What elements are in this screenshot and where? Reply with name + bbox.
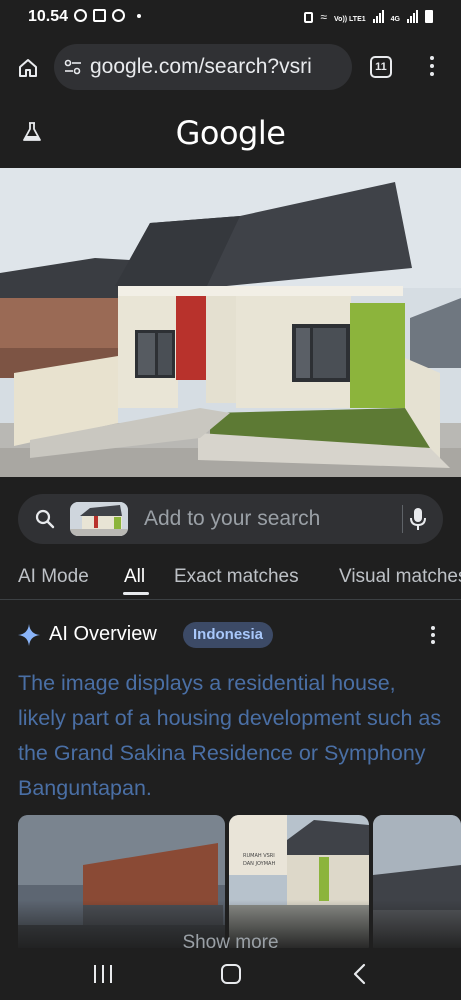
nav-home-icon[interactable] [221,964,241,984]
ai-overview-title: AI Overview [49,623,157,645]
sparkle-icon [18,624,40,646]
signal-1-icon [372,10,384,23]
browser-toolbar: google.com/search?vsri 11 [0,36,461,100]
more-notifications-icon [137,13,141,18]
query-image[interactable] [0,168,461,477]
android-nav-bar [0,948,461,1000]
tab-visual-matches[interactable]: Visual matches [339,566,461,588]
battery-icon [425,10,433,23]
whatsapp-icon [74,9,87,22]
more-vert-icon[interactable] [426,54,438,80]
mic-icon[interactable] [410,507,426,531]
lock-icon [304,12,314,23]
system-icons: ≈ Vo)) LTE1 4G [304,10,433,23]
tile-caption-2: DAN JOYMAH [243,861,275,867]
tile-caption-1: RUMAH VSRI [243,853,275,859]
filter-tabs: AI Mode All Exact matches Visual matches [0,556,461,600]
facebook-icon [112,9,125,22]
tune-icon[interactable] [64,59,82,75]
google-header: Google [0,100,461,168]
search-input[interactable]: Add to your search [144,507,320,531]
back-icon[interactable] [352,963,368,985]
volte-label: Vo)) LTE1 [334,16,366,23]
address-bar[interactable]: google.com/search?vsri [54,44,352,90]
notification-icons [74,9,141,22]
signal-2-icon [407,10,418,23]
home-icon[interactable] [16,56,40,80]
url-text[interactable]: google.com/search?vsri [90,55,346,79]
search-box[interactable]: Add to your search [18,494,443,544]
tab-switcher-button[interactable]: 11 [370,56,392,78]
tab-all[interactable]: All [124,566,145,588]
ai-overview-menu-icon[interactable] [429,626,437,646]
ai-overview-header: AI Overview Indonesia [0,614,461,654]
wifi-icon: ≈ [320,10,328,24]
ai-overview-text: The image displays a residential house, … [18,671,442,800]
search-icon[interactable] [34,508,56,530]
status-time: 10.54 [28,8,69,25]
recents-icon[interactable] [94,965,112,983]
active-tab-indicator [123,592,149,595]
tab-exact-matches[interactable]: Exact matches [174,566,299,588]
query-image-thumbnail[interactable] [70,502,128,536]
network-label: 4G [390,16,400,23]
location-badge[interactable]: Indonesia [183,622,274,648]
tab-ai-mode[interactable]: AI Mode [18,566,89,588]
app-notification-icon [93,9,106,22]
google-logo[interactable]: Google [0,114,461,152]
search-divider [402,505,403,533]
status-bar: 10.54 ≈ Vo)) LTE1 4G [0,0,461,36]
